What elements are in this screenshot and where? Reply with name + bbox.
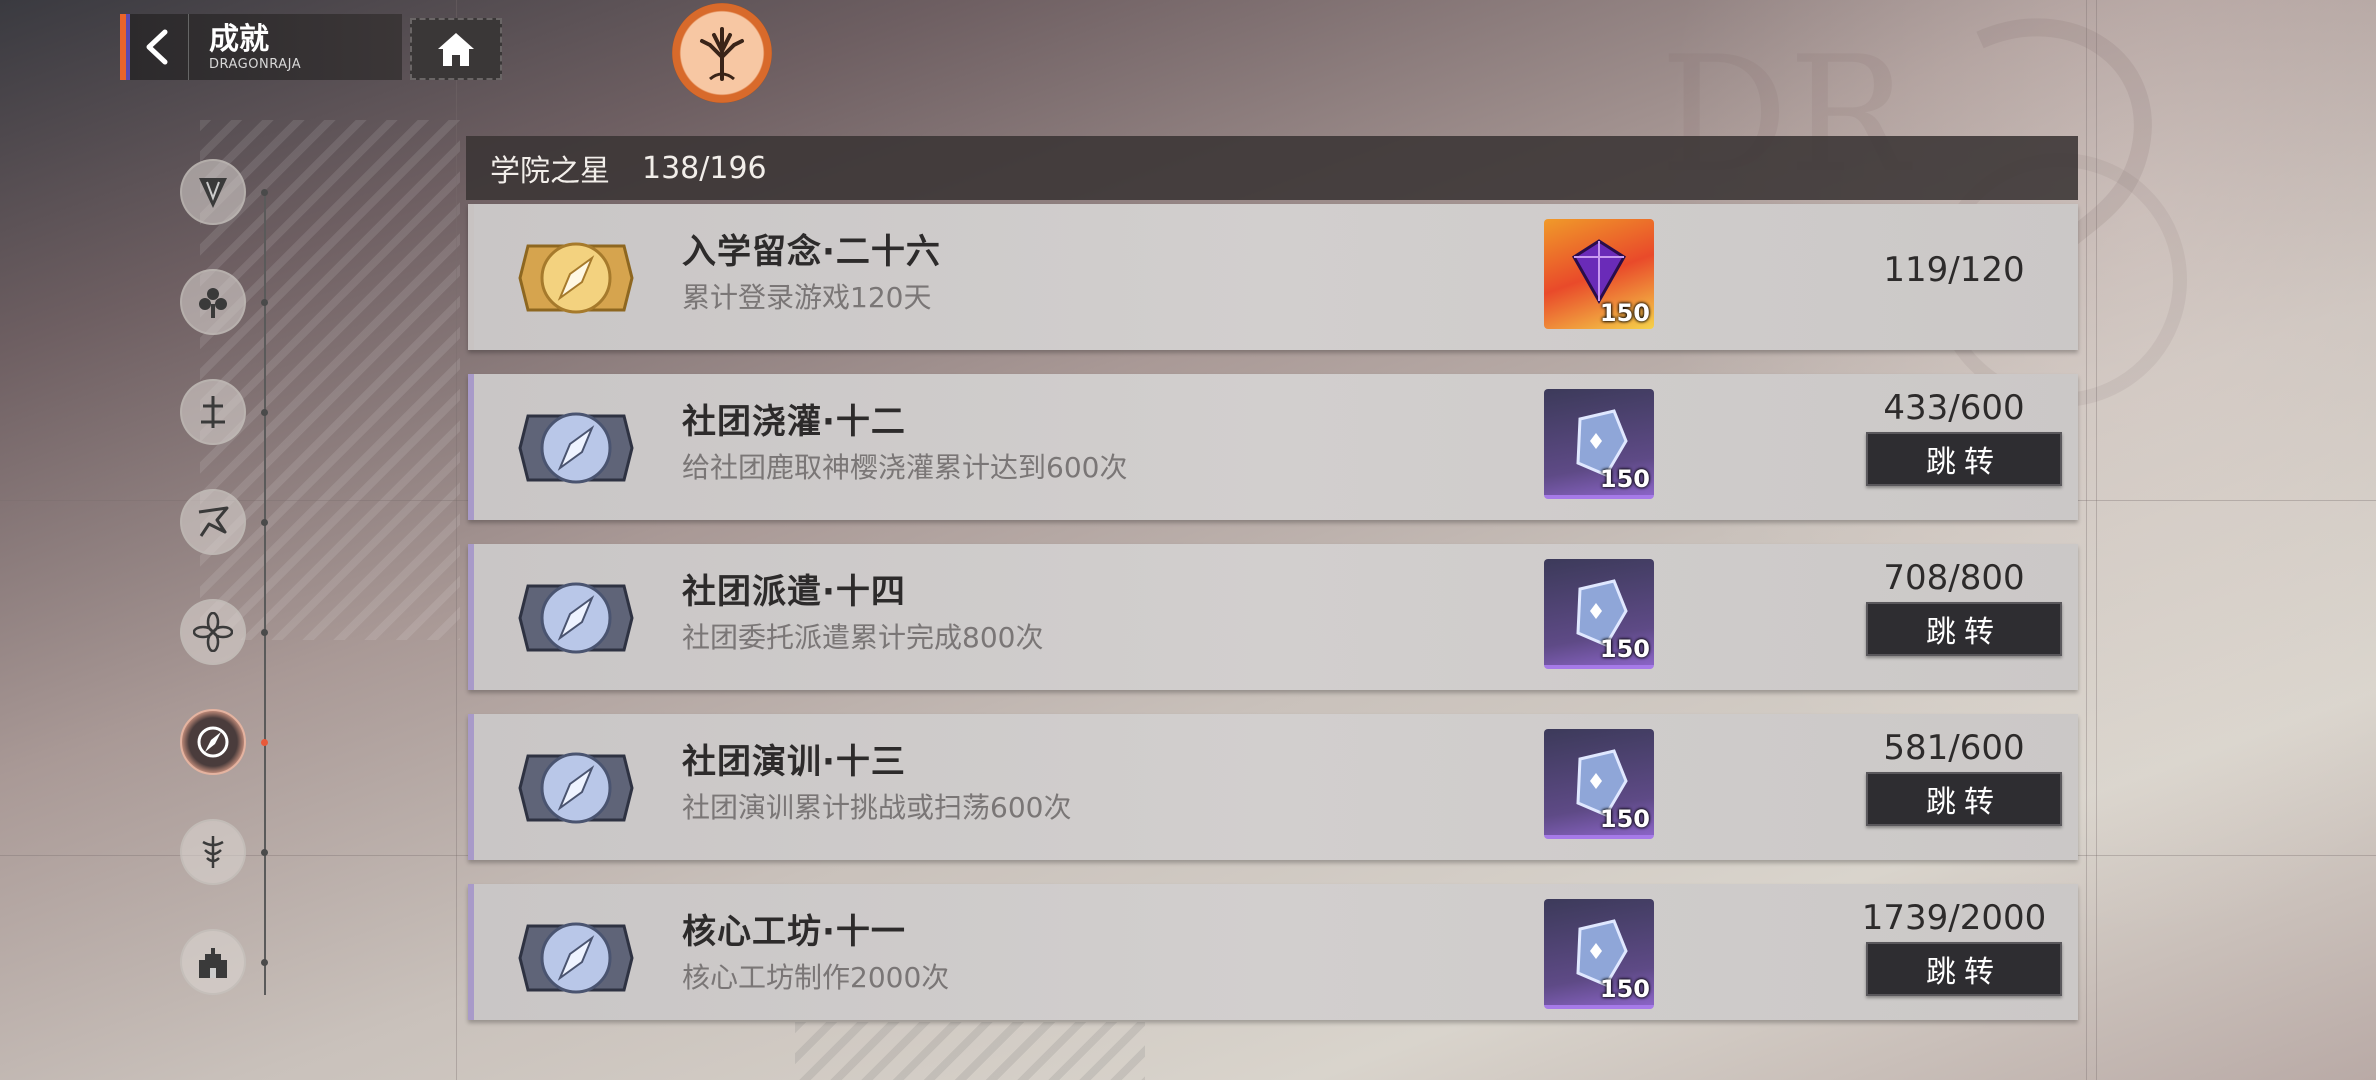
reward-item[interactable]: 150 <box>1544 389 1654 499</box>
achievement-row: 核心工坊·十一 核心工坊制作2000次 150 1739/2000 跳转 <box>468 884 2078 1020</box>
background-hatch-bottom <box>795 1022 1145 1080</box>
nav-dot <box>261 849 268 856</box>
achievement-row: 社团演训·十三 社团演训累计挑战或扫荡600次 150 581/600 跳转 <box>468 714 2078 860</box>
reward-count: 150 <box>1599 975 1650 1003</box>
jump-button[interactable]: 跳转 <box>1866 432 2062 486</box>
achievement-progress: 119/120 <box>1883 250 2025 290</box>
gold-compass-medal-icon <box>518 242 634 314</box>
guide-line <box>2086 0 2087 1080</box>
reward-item[interactable]: 150 <box>1544 729 1654 839</box>
nav-dot <box>261 189 268 196</box>
nav-item-category-6-active[interactable] <box>180 709 246 775</box>
nav-item-category-2[interactable] <box>180 269 246 335</box>
nav-item-category-4[interactable] <box>180 489 246 555</box>
nav-dot <box>261 629 268 636</box>
reward-item[interactable]: 150 <box>1544 559 1654 669</box>
shield-v-icon <box>199 178 227 208</box>
achievement-progress: 1739/2000 <box>1861 898 2047 938</box>
nav-item-category-7[interactable] <box>180 819 246 885</box>
achievement-title: 入学留念·二十六 <box>682 232 941 272</box>
page-title: 成就 <box>209 21 269 57</box>
jump-button[interactable]: 跳转 <box>1866 602 2062 656</box>
page-subtitle: DRAGONRAJA <box>209 56 302 72</box>
nav-track-line <box>264 195 266 995</box>
category-count: 138/196 <box>642 150 767 186</box>
reward-count: 150 <box>1599 805 1650 833</box>
achievement-title: 社团浇灌·十二 <box>682 402 906 442</box>
reward-item[interactable]: 150 <box>1544 899 1654 1009</box>
guide-line <box>2096 0 2097 1080</box>
nav-dot <box>261 959 268 966</box>
nav-item-category-5[interactable] <box>180 599 246 665</box>
fleur-icon <box>199 288 227 318</box>
nav-dot <box>261 299 268 306</box>
reward-count: 150 <box>1599 299 1650 327</box>
category-name: 学院之星 <box>490 154 610 189</box>
jump-button[interactable]: 跳转 <box>1866 772 2062 826</box>
nav-item-category-1[interactable] <box>180 159 246 225</box>
tree-emblem <box>672 3 772 103</box>
silver-compass-medal-icon <box>518 412 634 484</box>
reward-item[interactable]: 150 <box>1544 219 1654 329</box>
achievement-desc: 核心工坊制作2000次 <box>682 961 950 994</box>
silver-compass-medal-icon <box>518 752 634 824</box>
achievement-desc: 社团演训累计挑战或扫荡600次 <box>682 791 1072 824</box>
compass-icon <box>197 726 229 758</box>
achievement-row: 社团浇灌·十二 给社团鹿取神樱浇灌累计达到600次 150 433/600 跳转 <box>468 374 2078 520</box>
achievement-progress: 708/800 <box>1883 558 2025 598</box>
achievement-title: 社团演训·十三 <box>682 742 906 782</box>
nav-dot-active <box>261 739 268 746</box>
castle-icon <box>199 948 227 978</box>
bird-icon <box>198 506 229 537</box>
flower-icon <box>193 612 233 652</box>
achievement-row: 入学留念·二十六 累计登录游戏120天 150 119/120 <box>468 204 2078 350</box>
silver-compass-medal-icon <box>518 922 634 994</box>
chevron-left-icon <box>146 29 168 65</box>
tree-icon <box>700 27 744 81</box>
caduceus-icon <box>202 836 224 868</box>
achievement-title: 社团派遣·十四 <box>682 572 906 612</box>
title-bar: 成就 DRAGONRAJA <box>120 14 402 80</box>
home-icon <box>438 33 474 66</box>
achievement-desc: 社团委托派遣累计完成800次 <box>682 621 1044 654</box>
achievement-progress: 581/600 <box>1883 728 2025 768</box>
category-header: 学院之星 138/196 <box>466 136 2078 200</box>
achievement-title: 核心工坊·十一 <box>682 912 906 952</box>
category-nav <box>180 155 280 1005</box>
page-title-group: 成就 DRAGONRAJA <box>189 21 302 72</box>
sword-icon <box>201 396 225 428</box>
home-button[interactable] <box>410 18 502 80</box>
guide-line <box>456 0 457 1080</box>
nav-item-category-8[interactable] <box>180 929 246 995</box>
nav-dot <box>261 409 268 416</box>
reward-count: 150 <box>1599 465 1650 493</box>
achievement-progress: 433/600 <box>1883 388 2025 428</box>
back-button[interactable] <box>126 14 189 80</box>
achievement-desc: 累计登录游戏120天 <box>682 281 932 314</box>
silver-compass-medal-icon <box>518 582 634 654</box>
reward-count: 150 <box>1599 635 1650 663</box>
achievement-desc: 给社团鹿取神樱浇灌累计达到600次 <box>682 451 1128 484</box>
jump-button[interactable]: 跳转 <box>1866 942 2062 996</box>
achievement-row: 社团派遣·十四 社团委托派遣累计完成800次 150 708/800 跳转 <box>468 544 2078 690</box>
nav-dot <box>261 519 268 526</box>
nav-item-category-3[interactable] <box>180 379 246 445</box>
